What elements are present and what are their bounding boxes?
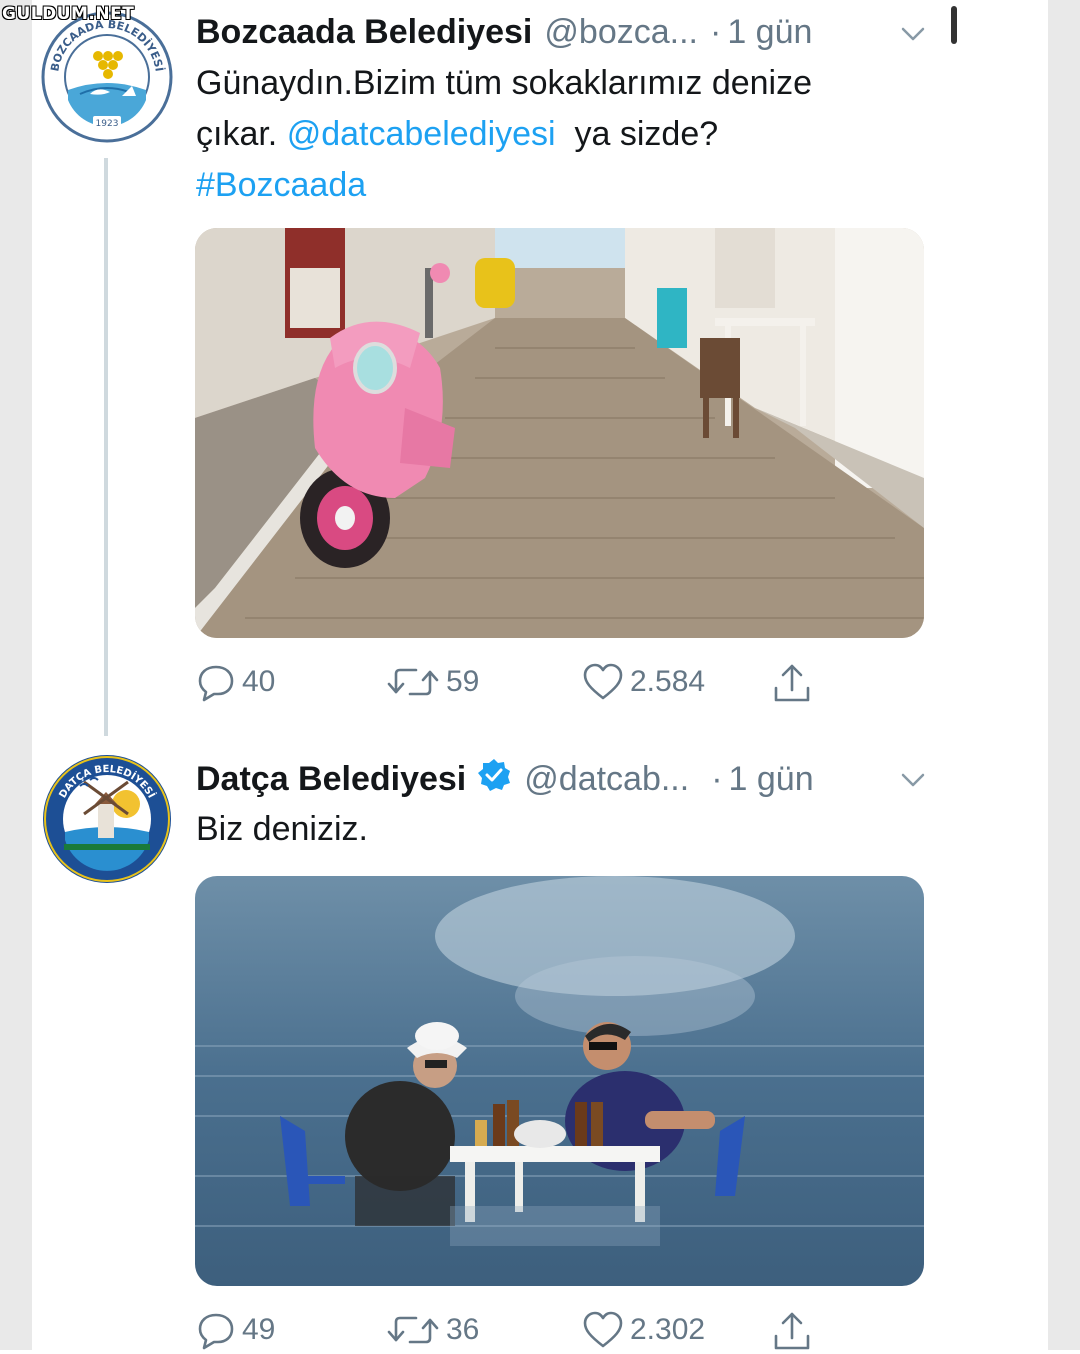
reply-count: 40 [242, 665, 276, 698]
timestamp[interactable]: 1 gün [729, 760, 814, 799]
pink-scooter-street-photo-icon [195, 228, 924, 638]
reply-count: 49 [242, 1313, 276, 1346]
tweet-actions: 40 59 2.584 [196, 662, 926, 706]
author-name[interactable]: Datça Belediyesi [196, 760, 466, 799]
avatar-bozcaada[interactable]: BOZCAADA BELEDİYESİ 1923 [40, 10, 174, 144]
chevron-down-icon[interactable] [900, 24, 926, 44]
hashtag-link[interactable]: #Bozcaada [196, 160, 926, 211]
text-segment: çıkar. [196, 115, 287, 153]
separator-dot: · [711, 760, 723, 798]
text-segment: ya sizde? [555, 115, 719, 153]
reply-icon [198, 1313, 234, 1350]
verified-badge [476, 757, 512, 802]
retweet-button[interactable]: 59 [386, 662, 479, 702]
tweet-datca[interactable]: DATÇA BELEDİYESİ Datça Belediyesi @datca… [0, 740, 1080, 1350]
separator-dot: · [709, 13, 722, 51]
heart-icon [583, 663, 623, 700]
verified-check-icon [478, 759, 511, 791]
timestamp[interactable]: 1 gün [727, 13, 812, 52]
tweet-text: Günaydın.Bizim tüm sokaklarımız denize ç… [196, 58, 926, 211]
retweet-icon [387, 668, 439, 696]
share-button[interactable] [770, 1310, 820, 1354]
author-handle[interactable]: @datcab... [524, 760, 689, 799]
author-handle[interactable]: @bozca... [544, 13, 698, 52]
tweet-text: Biz deniziz. [196, 810, 368, 848]
retweet-count: 59 [446, 665, 480, 698]
author-name[interactable]: Bozcaada Belediyesi [196, 13, 532, 52]
avatar-datca[interactable]: DATÇA BELEDİYESİ [40, 752, 174, 886]
like-button[interactable]: 2.302 [582, 1310, 705, 1350]
tweet-header: Datça Belediyesi @datcab... · 1 gün [196, 757, 814, 802]
tweet-actions: 49 36 2.302 [196, 1310, 926, 1354]
datca-seal-icon: DATÇA BELEDİYESİ [43, 755, 171, 883]
heart-icon [583, 1311, 623, 1348]
chevron-down-icon[interactable] [900, 770, 926, 790]
share-button[interactable] [770, 662, 820, 706]
like-count: 2.302 [630, 1313, 706, 1346]
reply-button[interactable]: 49 [196, 1310, 275, 1350]
tweet-bozcaada[interactable]: BOZCAADA BELEDİYESİ 1923 Bozcaada Beledi… [0, 0, 1080, 720]
svg-text:1923: 1923 [96, 119, 119, 129]
text-line: Günaydın.Bizim tüm sokaklarımız denize [196, 64, 813, 102]
retweet-button[interactable]: 36 [386, 1310, 479, 1350]
site-watermark: GULDUM.NET [2, 4, 135, 24]
like-count: 2.584 [630, 665, 706, 698]
retweet-icon [387, 1316, 439, 1344]
reply-button[interactable]: 40 [196, 662, 275, 702]
text-line: çıkar. @datcabelediyesi ya sizde? [196, 109, 926, 160]
like-button[interactable]: 2.584 [582, 662, 705, 702]
mention-link[interactable]: @datcabelediyesi [287, 115, 556, 153]
table-in-sea-photo-icon [195, 876, 924, 1286]
tweet-header: Bozcaada Belediyesi @bozca... · 1 gün [196, 13, 812, 52]
tweet-photo[interactable] [195, 228, 924, 638]
bozcaada-seal-icon: BOZCAADA BELEDİYESİ 1923 [41, 11, 173, 143]
reply-icon [198, 665, 234, 702]
retweet-count: 36 [446, 1313, 480, 1346]
share-icon [774, 664, 810, 702]
share-icon [774, 1312, 810, 1350]
tweet-photo[interactable] [195, 876, 924, 1286]
